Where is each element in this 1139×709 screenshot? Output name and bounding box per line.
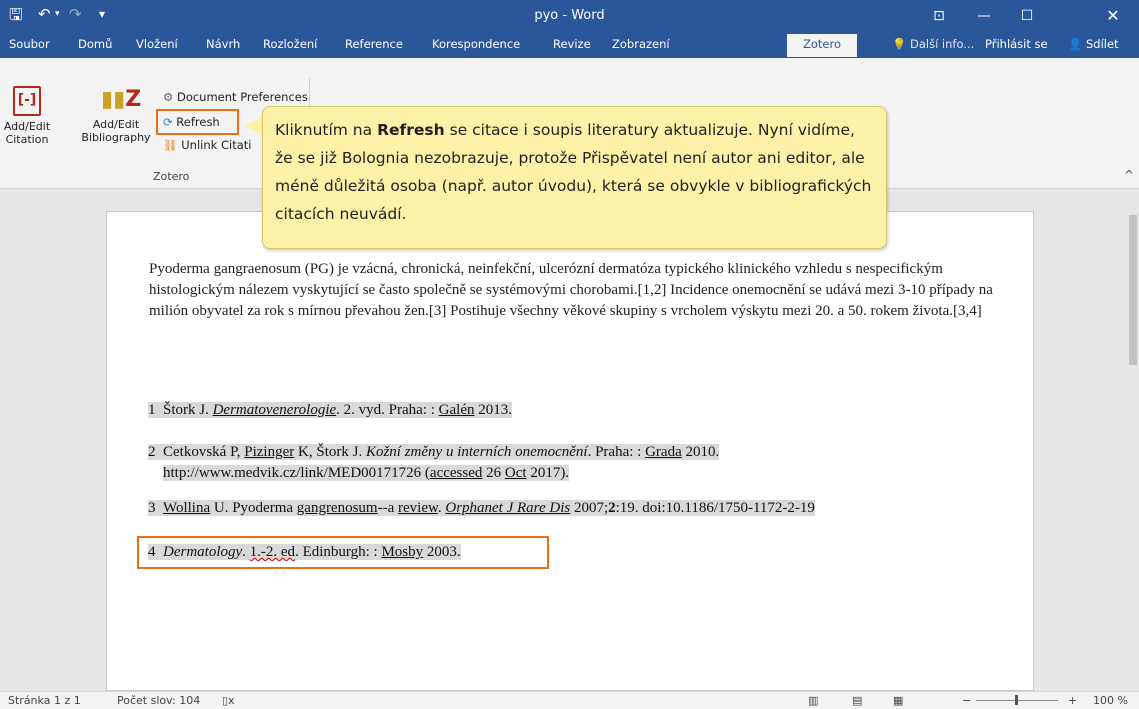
tab-rozlozeni[interactable]: Rozložení xyxy=(263,37,317,51)
share-button[interactable]: 👤 Sdílet xyxy=(1068,37,1119,51)
ref-text: 2007; xyxy=(570,500,609,516)
ref-text: review xyxy=(398,500,438,516)
ref-text: Cetkovská P, xyxy=(163,444,245,460)
ref-text: Oct xyxy=(504,465,527,481)
reference-4-highlight-box xyxy=(137,536,549,569)
document-preferences-button[interactable]: ⚙ Document Preferences xyxy=(163,90,308,104)
zoom-out-button[interactable]: − xyxy=(962,694,971,707)
ribbon-tabs: Soubor Domů Vložení Návrh Rozložení Refe… xyxy=(0,31,1139,58)
ref-text: --a xyxy=(377,500,399,516)
zoom-level[interactable]: 100 % xyxy=(1093,694,1128,707)
callout-bold: Refresh xyxy=(377,121,445,139)
ref-text: 26 xyxy=(482,465,505,481)
add-edit-bibliography-label-2: Bibliography xyxy=(81,131,151,144)
print-layout-icon[interactable]: ▤ xyxy=(852,694,862,707)
add-edit-citation-label-1: Add/Edit xyxy=(3,120,51,133)
tab-revize[interactable]: Revize xyxy=(553,37,591,51)
minimize-button[interactable]: — xyxy=(964,0,1004,31)
reference-1[interactable]: 1 Štork J. Dermatovenerologie. 2. vyd. P… xyxy=(148,400,512,421)
body-paragraph[interactable]: Pyoderma gangraenosum (PG) je vzácná, ch… xyxy=(149,259,994,322)
refresh-highlight-box xyxy=(156,109,239,135)
ref-text: 2013. xyxy=(474,402,512,418)
scrollbar-thumb[interactable] xyxy=(1129,215,1137,365)
zoom-slider-thumb[interactable] xyxy=(1015,695,1018,705)
reference-3[interactable]: 3 Wollina U. Pyoderma gangrenosum--a rev… xyxy=(148,498,815,519)
maximize-button[interactable]: ☐ xyxy=(1007,0,1047,31)
ref-text: gangrenosum xyxy=(296,500,378,516)
document-preferences-label: Document Preferences xyxy=(176,90,308,104)
ref-text: accessed xyxy=(429,465,483,481)
callout-pointer xyxy=(244,116,263,136)
tab-zotero[interactable]: Zotero xyxy=(787,34,858,57)
ref-number: 2 xyxy=(148,444,156,460)
tell-me-label: Další info... xyxy=(909,37,975,51)
zoom-in-button[interactable]: + xyxy=(1068,694,1077,707)
page-count[interactable]: Stránka 1 z 1 xyxy=(8,694,81,707)
ref-text: Pizinger xyxy=(244,444,295,460)
tab-vlozeni[interactable]: Vložení xyxy=(136,37,178,51)
zotero-group-label: Zotero xyxy=(153,170,190,183)
ref-text: :19. doi:10.1186/1750-1172-2-19 xyxy=(615,500,815,516)
ref-title: Dermatovenerologie xyxy=(212,402,337,418)
tab-korespondence[interactable]: Korespondence xyxy=(432,37,520,51)
share-label: Sdílet xyxy=(1085,37,1119,51)
ref-text: Grada xyxy=(645,444,682,460)
ref-text: U. Pyoderma xyxy=(210,500,297,516)
person-icon: 👤 xyxy=(1068,37,1083,51)
add-edit-bibliography-label-1: Add/Edit xyxy=(92,118,140,131)
tab-zobrazeni[interactable]: Zobrazení xyxy=(612,37,670,51)
tab-soubor[interactable]: Soubor xyxy=(9,37,50,51)
ref-text: Štork J. xyxy=(163,402,213,418)
title-bar: 🖫 ↶ ▾ ↷ ▾ pyo - Word ⊡ — ☐ ✕ xyxy=(0,0,1139,31)
callout-tooltip: Kliknutím na Refresh se citace i soupis … xyxy=(262,106,887,249)
ref-text: Galén xyxy=(438,402,475,418)
ref-journal: Orphanet J Rare Dis xyxy=(445,500,571,516)
ref-text: Wollina xyxy=(163,500,211,516)
tab-navrh[interactable]: Návrh xyxy=(206,37,240,51)
web-layout-icon[interactable]: ▦ xyxy=(893,694,903,707)
unlink-citations-button[interactable]: ⛓ Unlink Citati xyxy=(163,138,251,152)
ref-volume: 2 xyxy=(608,500,616,516)
lightbulb-icon: 💡 xyxy=(892,37,907,51)
ref-title: Kožní změny u interních onemocnění xyxy=(365,444,588,460)
tell-me-box[interactable]: 💡 Další info... xyxy=(892,37,974,51)
gear-icon: ⚙ xyxy=(163,90,174,104)
ref-text: . Praha: : xyxy=(587,444,646,460)
ref-text: . 2. vyd. Praha: : xyxy=(336,402,439,418)
add-edit-citation-button[interactable]: [-] Add/Edit Citation xyxy=(2,86,52,146)
tab-domu[interactable]: Domů xyxy=(78,37,112,51)
add-edit-citation-label-2: Citation xyxy=(5,133,49,146)
ref-number: 3 xyxy=(148,500,156,516)
close-button[interactable]: ✕ xyxy=(1093,0,1133,31)
bibliography-icon: ▮▮Z xyxy=(101,87,142,112)
unlink-icon: ⛓ xyxy=(163,138,178,152)
ref-text: K, Štork J. xyxy=(294,444,366,460)
tab-reference[interactable]: Reference xyxy=(345,37,403,51)
add-edit-bibliography-button[interactable]: ▮▮Z Add/Edit Bibliography xyxy=(74,86,158,144)
ref-url: http://www.medvik.cz/link/MED00171726 ( xyxy=(163,465,430,481)
ribbon-display-options-icon[interactable]: ⊡ xyxy=(919,0,959,31)
unlink-citations-label: Unlink Citati xyxy=(181,138,252,152)
word-count[interactable]: Počet slov: 104 xyxy=(117,694,200,707)
collapse-ribbon-icon[interactable]: ^ xyxy=(1124,168,1134,182)
callout-text: Kliknutím na xyxy=(275,121,378,139)
proofing-icon[interactable]: ▯x xyxy=(222,694,235,707)
read-mode-icon[interactable]: ▥ xyxy=(808,694,818,707)
ref-text: 2010. xyxy=(681,444,720,460)
sign-in-link[interactable]: Přihlásit se xyxy=(985,37,1048,51)
status-bar: Stránka 1 z 1 Počet slov: 104 ▯x ▥ ▤ ▦ −… xyxy=(0,691,1139,709)
ref-text: 2017). xyxy=(526,465,570,481)
citation-icon: [-] xyxy=(13,86,41,116)
reference-2[interactable]: 2 Cetkovská P, Pizinger K, Štork J. Kožn… xyxy=(148,442,720,484)
ref-number: 1 xyxy=(148,402,156,418)
